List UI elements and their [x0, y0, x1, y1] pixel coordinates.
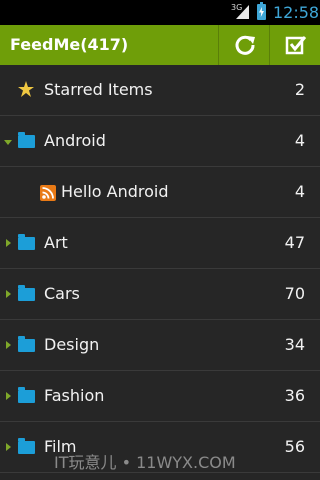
collapsed-arrow-icon[interactable]	[6, 239, 11, 247]
folder-icon	[18, 285, 35, 301]
list-item-fashion[interactable]: Fashion 36	[0, 371, 320, 422]
unread-count: 4	[294, 182, 305, 201]
collapsed-arrow-icon[interactable]	[6, 443, 11, 451]
list-item-label: Design	[44, 335, 100, 354]
list-item-label: Android	[44, 131, 106, 150]
refresh-icon	[235, 35, 255, 55]
list-item-starred[interactable]: Starred Items 2	[0, 65, 320, 116]
list-item-android[interactable]: Android 4	[0, 116, 320, 167]
folder-icon	[18, 234, 35, 250]
list-item-hello-android[interactable]: Hello Android 4	[0, 167, 320, 218]
collapsed-arrow-icon[interactable]	[6, 392, 11, 400]
unread-count: 36	[284, 386, 305, 405]
status-bar: 3G 12:58	[0, 0, 320, 25]
unread-count: 47	[284, 233, 305, 252]
unread-count: 34	[284, 335, 305, 354]
action-bar: FeedMe(417)	[0, 25, 320, 65]
unread-count: 70	[284, 284, 305, 303]
folder-icon	[18, 132, 35, 148]
battery-icon	[257, 2, 266, 20]
clock: 12:58	[273, 3, 320, 22]
watermark: IT玩意儿 • 11WYX.COM	[54, 453, 236, 472]
app-title[interactable]: FeedMe(417)	[10, 35, 128, 54]
star-icon	[18, 81, 34, 97]
list-item-design[interactable]: Design 34	[0, 320, 320, 371]
checkbox-icon	[285, 36, 307, 55]
unread-count: 4	[294, 131, 305, 150]
collapsed-arrow-icon[interactable]	[6, 341, 11, 349]
folder-icon	[18, 387, 35, 403]
refresh-button[interactable]	[218, 25, 269, 65]
rss-icon	[40, 185, 56, 201]
list-item-art[interactable]: Art 47	[0, 218, 320, 269]
list-item-label: Starred Items	[44, 80, 153, 99]
folder-icon	[18, 438, 35, 454]
unread-count: 2	[294, 80, 305, 99]
list-item-label: Art	[44, 233, 68, 252]
list-item-label: Hello Android	[61, 182, 169, 201]
list-item-cars[interactable]: Cars 70	[0, 269, 320, 320]
collapsed-arrow-icon[interactable]	[6, 290, 11, 298]
list-item-label: Cars	[44, 284, 80, 303]
signal-icon	[236, 5, 249, 19]
unread-count: 56	[284, 437, 305, 456]
mark-all-read-button[interactable]	[269, 25, 320, 65]
list-item-label: Fashion	[44, 386, 105, 405]
folder-icon	[18, 336, 35, 352]
expanded-arrow-icon[interactable]	[4, 140, 12, 145]
